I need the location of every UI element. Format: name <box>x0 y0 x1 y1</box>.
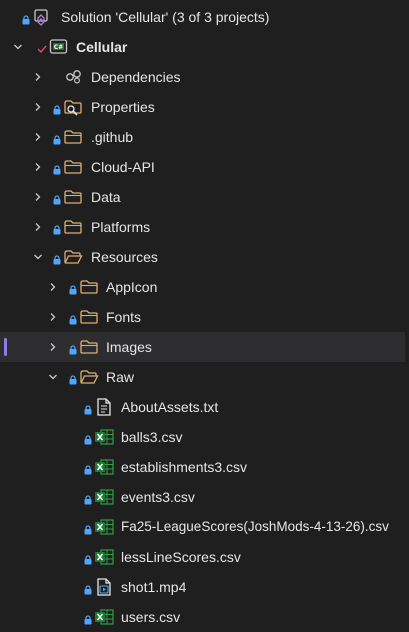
file-name-label: events3.csv <box>121 489 195 505</box>
lock-icon <box>53 252 61 265</box>
tree-item-label: Data <box>91 189 121 205</box>
lock-icon <box>84 492 92 505</box>
chevron-down-icon[interactable] <box>13 42 23 52</box>
text-file-icon <box>94 398 114 416</box>
tree-item-label: Fonts <box>106 309 142 325</box>
tree-row-file[interactable]: events3.csv <box>0 482 405 512</box>
lock-icon <box>84 582 92 595</box>
excel-icon <box>94 428 114 446</box>
tree-row-solution[interactable]: Solution 'Cellular' (3 of 3 projects) <box>0 2 405 32</box>
chevron-right-icon[interactable] <box>33 102 43 112</box>
tree-row-file[interactable]: Fa25-LeagueScores(JoshMods-4-13-26).csv <box>0 512 405 542</box>
tree-item-label: Raw <box>106 369 135 385</box>
tree-row-platforms[interactable]: Platforms <box>0 212 405 242</box>
csharp-project-icon: C# <box>49 38 69 56</box>
file-name-label: shot1.mp4 <box>121 579 187 595</box>
file-name-label: lessLineScores.csv <box>121 549 241 565</box>
tree-item-label: Images <box>106 339 152 355</box>
tree-item-label: Properties <box>91 99 155 115</box>
chevron-down-icon[interactable] <box>33 252 43 262</box>
lock-icon <box>69 342 77 355</box>
excel-icon <box>94 608 114 626</box>
file-name-label: users.csv <box>121 609 181 625</box>
chevron-right-icon[interactable] <box>33 72 43 82</box>
properties-wrench-icon <box>63 98 83 116</box>
tree-item-label: .github <box>91 129 134 145</box>
lock-icon <box>53 192 61 205</box>
lock-icon <box>84 432 92 445</box>
excel-icon <box>94 518 114 536</box>
tree-row-properties[interactable]: Properties <box>0 92 405 122</box>
chevron-right-icon[interactable] <box>33 192 43 202</box>
tree-row-file[interactable]: shot1.mp4 <box>0 572 405 602</box>
folder-icon <box>79 338 99 356</box>
solution-label: Solution 'Cellular' (3 of 3 projects) <box>61 9 270 25</box>
lock-icon <box>69 282 77 295</box>
video-file-icon <box>94 578 114 596</box>
tree-row-fonts[interactable]: Fonts <box>0 302 405 332</box>
lock-icon <box>53 132 61 145</box>
tree-row-file[interactable]: lessLineScores.csv <box>0 542 405 572</box>
tree-row-project-cellular[interactable]: C# Cellular <box>0 32 405 62</box>
lock-icon <box>53 102 61 115</box>
folder-icon <box>63 218 83 236</box>
tree-row-images[interactable]: Images <box>0 332 405 362</box>
lock-icon <box>69 372 77 385</box>
lock-icon <box>69 312 77 325</box>
dependencies-icon <box>64 68 84 86</box>
tree-row-file[interactable]: establishments3.csv <box>0 452 405 482</box>
file-name-label: AboutAssets.txt <box>121 399 219 415</box>
pending-change-check-icon <box>37 41 47 54</box>
tree-row-resources[interactable]: Resources <box>0 242 405 272</box>
file-name-label: Fa25-LeagueScores(JoshMods-4-13-26).csv <box>121 519 389 534</box>
chevron-down-icon[interactable] <box>48 372 58 382</box>
folder-icon <box>63 128 83 146</box>
tree-row-data[interactable]: Data <box>0 182 405 212</box>
excel-icon <box>94 458 114 476</box>
lock-icon <box>22 12 30 25</box>
chevron-right-icon[interactable] <box>48 282 58 292</box>
file-name-label: establishments3.csv <box>121 459 248 475</box>
tree-row-file[interactable]: AboutAssets.txt <box>0 392 405 422</box>
lock-icon <box>84 552 92 565</box>
folder-icon <box>79 278 99 296</box>
folder-open-icon <box>63 248 83 266</box>
svg-text:C#: C# <box>54 44 63 51</box>
chevron-right-icon[interactable] <box>33 162 43 172</box>
chevron-right-icon[interactable] <box>48 312 58 322</box>
lock-icon <box>53 222 61 235</box>
lock-icon <box>84 612 92 625</box>
tree-row-cloud-api[interactable]: Cloud-API <box>0 152 405 182</box>
lock-icon <box>84 462 92 475</box>
excel-icon <box>94 548 114 566</box>
lock-icon <box>84 522 92 535</box>
chevron-right-icon[interactable] <box>33 222 43 232</box>
project-label: Cellular <box>76 39 128 55</box>
excel-icon <box>94 488 114 506</box>
lock-icon <box>84 402 92 415</box>
chevron-right-icon[interactable] <box>33 132 43 142</box>
folder-open-icon <box>79 368 99 386</box>
tree-row-file[interactable]: users.csv <box>0 602 405 632</box>
tree-item-label: Dependencies <box>91 69 181 85</box>
tree-row-dependencies[interactable]: Dependencies <box>0 62 405 92</box>
file-name-label: balls3.csv <box>121 429 183 445</box>
tree-item-label: Cloud-API <box>91 159 155 175</box>
lock-icon <box>53 162 61 175</box>
tree-row-github[interactable]: .github <box>0 122 405 152</box>
folder-icon <box>79 308 99 326</box>
selection-indicator <box>4 338 7 356</box>
chevron-right-icon[interactable] <box>48 342 58 352</box>
tree-row-file[interactable]: balls3.csv <box>0 422 405 452</box>
folder-icon <box>63 158 83 176</box>
tree-row-raw[interactable]: Raw <box>0 362 405 392</box>
solution-icon <box>32 8 52 26</box>
tree-item-label: Resources <box>91 249 158 265</box>
folder-icon <box>63 188 83 206</box>
tree-item-label: Platforms <box>91 219 151 235</box>
tree-row-appicon[interactable]: AppIcon <box>0 272 405 302</box>
tree-item-label: AppIcon <box>106 279 158 295</box>
